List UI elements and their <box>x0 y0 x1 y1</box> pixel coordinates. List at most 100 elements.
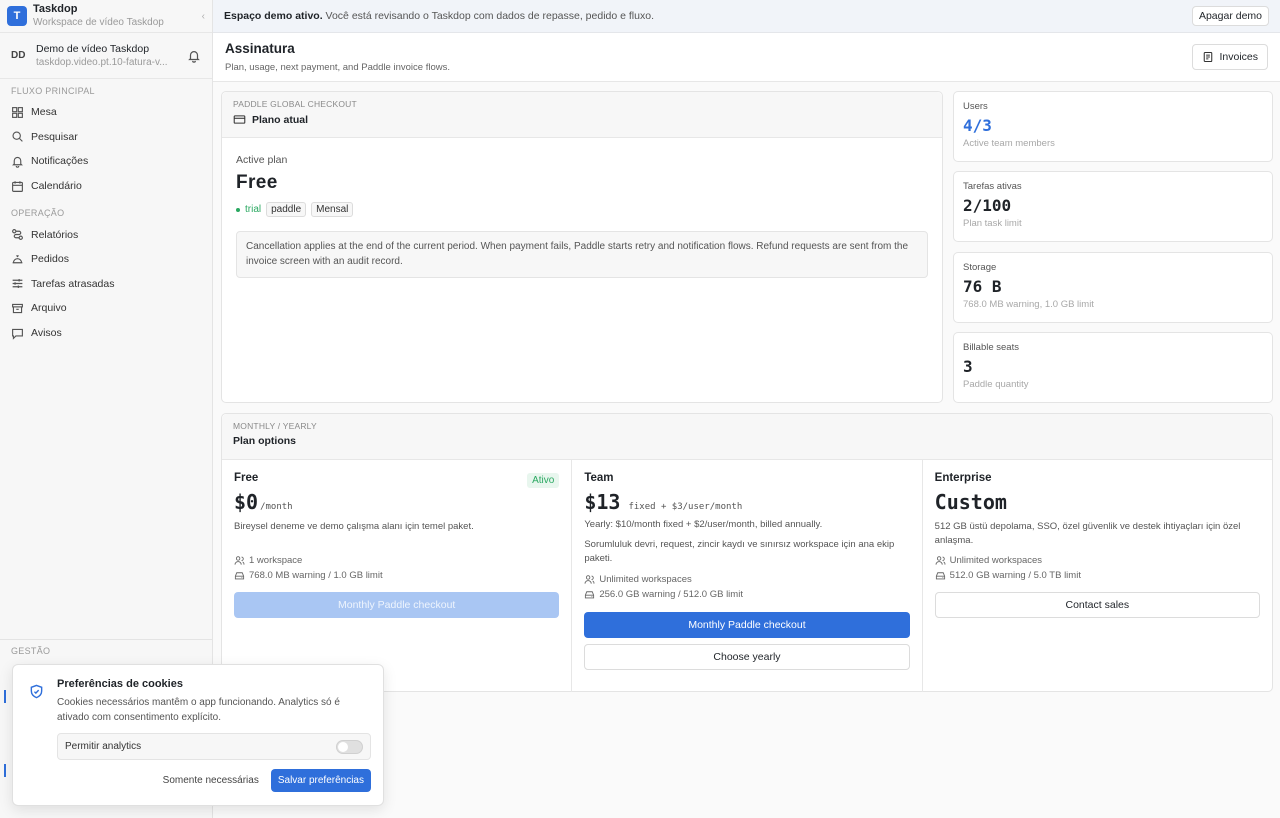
archive-icon <box>12 303 23 314</box>
stat-value: 4/3 <box>963 116 992 135</box>
active-indicator <box>4 690 6 703</box>
yearly-price: Yearly: $10/month fixed + $2/user/month,… <box>584 519 823 530</box>
stat-tasks: Tarefas ativas 2/100 Plan task limit <box>953 171 1273 242</box>
sidebar-item-label: Notificações <box>31 155 89 168</box>
analytics-toggle-row[interactable]: Permitir analytics <box>57 733 371 760</box>
price-suffix: fixed + $3/user/month <box>628 502 743 512</box>
plan-description: 512 GB üstü depolama, SSO, özel güvenlik… <box>934 521 1241 546</box>
sidebar-item-label: Relatórios <box>31 228 79 241</box>
dialog-text: Cookies necessários mantêm o app funcion… <box>57 697 340 723</box>
save-preferences-button[interactable]: Salvar preferências <box>270 769 371 792</box>
plan-price: $13 <box>584 490 621 514</box>
sidebar-item-notificacoes[interactable]: Notificações <box>0 149 212 174</box>
sidebar-item-arquivo[interactable]: Arquivo <box>0 296 212 321</box>
price-suffix: /month <box>260 502 293 512</box>
toggle-label: Permitir analytics <box>65 741 142 752</box>
bell-service-icon <box>12 255 23 264</box>
users-icon <box>234 556 245 565</box>
stat-label: Billable seats <box>963 342 1019 353</box>
choose-yearly-button[interactable]: Choose yearly <box>584 644 910 670</box>
plan-option-team: Team $13 fixed + $3/user/month Yearly: $… <box>572 460 923 692</box>
plan-description: Sorumluluk devri, request, zincir kaydı … <box>584 539 895 564</box>
current-plan-card: PADDLE GLOBAL CHECKOUT Plano atual Activ… <box>221 91 943 403</box>
plan-feature: 1 workspace <box>234 555 559 566</box>
page-title: Assinatura <box>225 41 295 56</box>
monthly-checkout-button[interactable]: Monthly Paddle checkout <box>584 612 910 638</box>
account-switcher[interactable]: DD Demo de vídeo Taskdop taskdop.video.p… <box>0 33 212 79</box>
bell-icon[interactable] <box>187 49 201 63</box>
billing-period-tag: Mensal <box>311 202 354 217</box>
invoices-button[interactable]: Invoices <box>1192 44 1268 70</box>
bell-icon <box>12 156 23 168</box>
plan-name: Free <box>234 472 259 484</box>
active-badge: Ativo <box>527 473 560 488</box>
plan-options-card: MONTHLY / YEARLY Plan options Free Ativo… <box>221 413 1273 692</box>
drive-icon <box>935 572 945 580</box>
avatar: DD <box>11 50 26 61</box>
document-icon <box>1204 51 1213 63</box>
plan-option-free: Free Ativo $0 /month Bireysel deneme ve … <box>222 460 573 692</box>
sidebar-item-relatorios[interactable]: Relatórios <box>0 222 212 247</box>
brand[interactable]: T Taskdop Workspace de vídeo Taskdop ‹ <box>0 0 212 33</box>
section-label-operacao: OPERAÇÃO <box>11 208 65 219</box>
active-indicator <box>4 764 6 777</box>
plan-feature: Unlimited workspaces <box>935 555 1260 566</box>
stat-users: Users 4/3 Active team members <box>953 91 1273 162</box>
plan-price: Custom <box>934 490 1007 514</box>
delete-demo-button[interactable]: Apagar demo <box>1191 6 1269 26</box>
cookie-preferences-dialog: Preferências de cookies Cookies necessár… <box>12 664 384 806</box>
brand-subtitle: Workspace de vídeo Taskdop <box>33 17 164 28</box>
stat-label: Storage <box>963 262 997 273</box>
drive-icon <box>234 572 245 580</box>
plan-name: Team <box>584 472 614 484</box>
search-icon <box>12 131 23 143</box>
analytics-toggle[interactable] <box>336 739 363 754</box>
sidebar-item-pedidos[interactable]: Pedidos <box>0 247 212 272</box>
active-plan-label: Active plan <box>236 154 288 166</box>
sidebar-item-label: Mesa <box>31 106 57 119</box>
shield-icon <box>30 684 43 699</box>
status-badge: trial <box>236 204 261 215</box>
users-icon <box>935 556 946 565</box>
sliders-icon <box>12 279 23 289</box>
stat-billable-seats: Billable seats 3 Paddle quantity <box>953 332 1273 403</box>
plan-feature: 256.0 GB warning / 512.0 GB limit <box>584 589 909 600</box>
stat-sub: 768.0 MB warning, 1.0 GB limit <box>963 299 1094 310</box>
plan-name: Enterprise <box>934 472 992 484</box>
only-necessary-button[interactable]: Somente necessárias <box>163 775 259 786</box>
cancellation-notice: Cancellation applies at the end of the c… <box>236 231 928 278</box>
account-name: Demo de vídeo Taskdop <box>36 42 150 55</box>
stat-sub: Paddle quantity <box>963 379 1029 390</box>
calendar-icon <box>12 180 23 192</box>
sidebar-item-calendario[interactable]: Calendário <box>0 174 212 199</box>
section-gestao: GESTÃO <box>0 639 212 660</box>
stat-label: Users <box>963 101 988 112</box>
stat-value: 76 B <box>963 277 1002 296</box>
card-title: Plano atual <box>233 113 931 126</box>
card-eyebrow: MONTHLY / YEARLY <box>233 421 317 431</box>
message-icon <box>12 328 23 340</box>
plan-price: $0 <box>234 490 259 514</box>
sidebar-item-mesa[interactable]: Mesa <box>0 100 212 125</box>
demo-banner: Espaço demo ativo. Você está revisando o… <box>213 0 1280 33</box>
stat-value: 3 <box>963 357 973 376</box>
route-icon <box>12 229 23 241</box>
stat-sub: Plan task limit <box>963 218 1022 229</box>
card-eyebrow: PADDLE GLOBAL CHECKOUT <box>233 99 357 109</box>
sidebar-item-avisos[interactable]: Avisos <box>0 321 212 346</box>
monthly-checkout-button[interactable]: Monthly Paddle checkout <box>234 592 560 618</box>
sidebar-item-tarefas-atrasadas[interactable]: Tarefas atrasadas <box>0 272 212 297</box>
sidebar-item-pesquisar[interactable]: Pesquisar <box>0 125 212 150</box>
active-plan-name: Free <box>236 172 278 193</box>
contact-sales-button[interactable]: Contact sales <box>934 592 1260 618</box>
chevron-left-icon[interactable]: ‹ <box>202 11 205 22</box>
stat-storage: Storage 76 B 768.0 MB warning, 1.0 GB li… <box>953 252 1273 323</box>
page-subtitle: Plan, usage, next payment, and Paddle in… <box>225 62 450 73</box>
stat-label: Tarefas ativas <box>963 181 1022 192</box>
grid-icon <box>12 106 23 118</box>
plan-feature: Unlimited workspaces <box>584 574 909 585</box>
sidebar-item-label: Pesquisar <box>31 130 78 143</box>
provider-tag: paddle <box>266 202 307 217</box>
sidebar-item-label: Arquivo <box>31 302 67 315</box>
brand-logo: T <box>7 6 27 26</box>
